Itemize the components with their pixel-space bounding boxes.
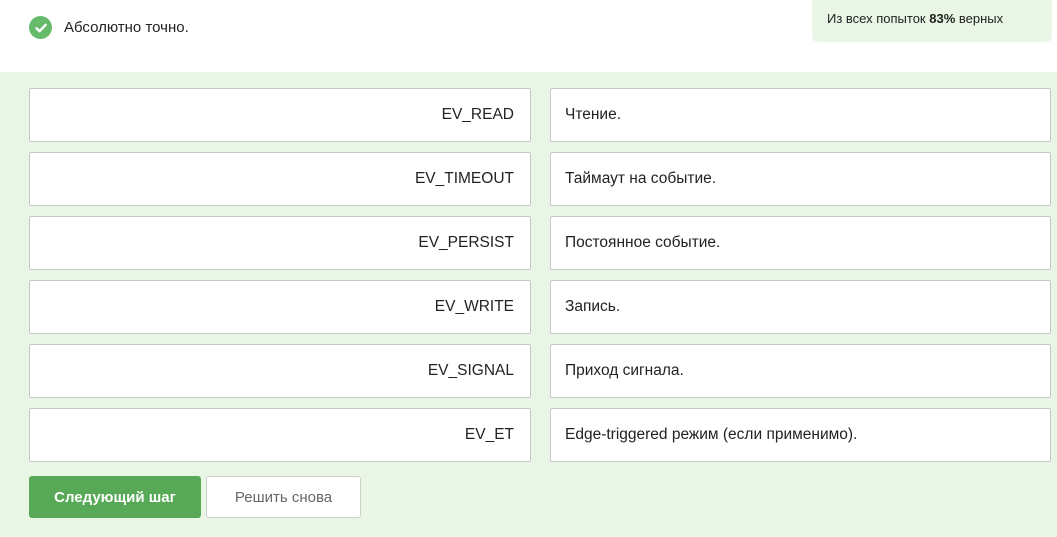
attempt-stats-box: Из всех попыток 83% верных	[812, 0, 1052, 42]
stats-prefix: Из всех попыток	[827, 11, 926, 26]
definition-cell[interactable]: Чтение.	[550, 88, 1051, 142]
stats-percent: 83%	[929, 11, 956, 26]
term-cell: EV_WRITE	[29, 280, 531, 334]
definition-cell[interactable]: Постоянное событие.	[550, 216, 1051, 270]
term-cell: EV_TIMEOUT	[29, 152, 531, 206]
definition-cell[interactable]: Запись.	[550, 280, 1051, 334]
quiz-result-page: Абсолютно точно. Из всех попыток 83% вер…	[0, 0, 1057, 537]
term-cell: EV_READ	[29, 88, 531, 142]
matching-panel: EV_READ Чтение. EV_TIMEOUT Таймаут на со…	[0, 72, 1057, 537]
feedback-text: Абсолютно точно.	[64, 19, 189, 36]
feedback-status: Абсолютно точно.	[29, 16, 189, 39]
match-row: EV_PERSIST Постоянное событие.	[29, 216, 1051, 270]
match-row: EV_SIGNAL Приход сигнала.	[29, 344, 1051, 398]
match-row: EV_WRITE Запись.	[29, 280, 1051, 334]
stats-suffix: верных	[958, 11, 1004, 26]
term-cell: EV_PERSIST	[29, 216, 531, 270]
attempt-stats-line: Из всех попыток 83% верных	[827, 11, 1003, 26]
solve-again-button[interactable]: Решить снова	[206, 476, 361, 518]
term-cell: EV_SIGNAL	[29, 344, 531, 398]
match-row: EV_READ Чтение.	[29, 88, 1051, 142]
next-step-button[interactable]: Следующий шаг	[29, 476, 201, 518]
definition-cell[interactable]: Таймаут на событие.	[550, 152, 1051, 206]
check-circle-icon	[29, 16, 52, 39]
definition-cell[interactable]: Edge-triggered режим (если применимо).	[550, 408, 1051, 462]
definition-cell[interactable]: Приход сигнала.	[550, 344, 1051, 398]
match-row: EV_TIMEOUT Таймаут на событие.	[29, 152, 1051, 206]
term-cell: EV_ET	[29, 408, 531, 462]
match-row: EV_ET Edge-triggered режим (если примени…	[29, 408, 1051, 462]
